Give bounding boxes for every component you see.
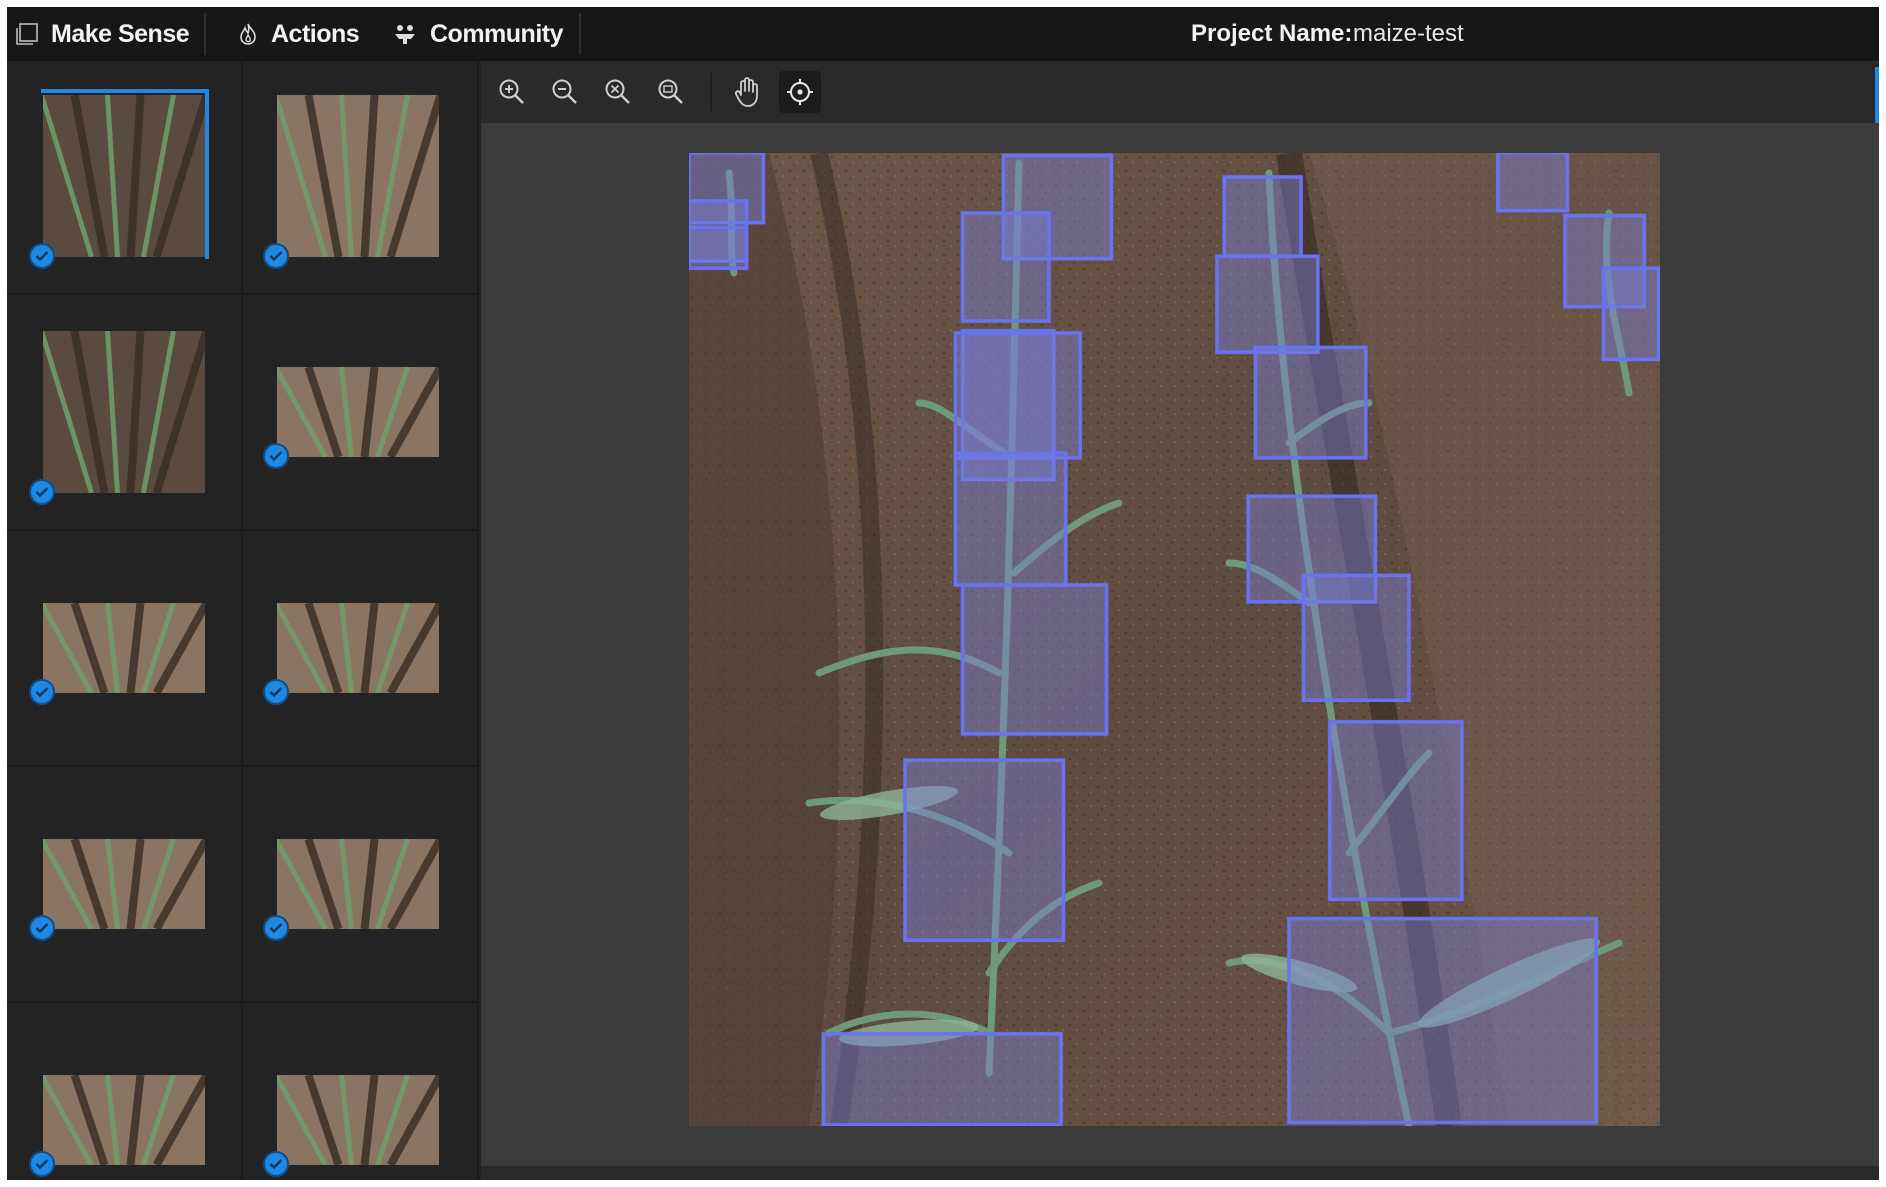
annotated-check-icon [263,679,289,705]
top-navigation-bar: Make Sense Actions Community Project Nam… [7,7,1879,61]
thumbnail-picture [43,331,205,493]
annotation-image[interactable] [689,153,1660,1126]
annotated-check-icon [263,915,289,941]
editor-toolbar [481,61,1879,123]
image-thumbnail[interactable] [7,769,243,1003]
annotation-canvas-area[interactable] [481,123,1879,1160]
project-name-label: Project Name: [1191,20,1353,47]
bounding-box[interactable] [960,583,1109,736]
crosshair-icon [787,79,813,105]
image-thumbnail[interactable] [243,769,479,1003]
app-name: Make Sense [51,19,190,48]
annotated-check-icon [263,243,289,269]
vertical-scrollbar-thumb[interactable] [1875,67,1879,123]
menu-label: Actions [271,19,360,48]
image-list-sidebar [7,61,481,1180]
thumbnail-image [277,367,439,457]
zoom-out-icon [552,79,577,104]
thumbnail-image [277,839,439,929]
annotated-check-icon [29,1151,55,1177]
pan-button[interactable] [726,71,768,113]
image-thumbnail[interactable] [7,61,243,295]
annotated-check-icon [29,915,55,941]
toolbar-divider [710,73,712,111]
image-thumbnail[interactable] [243,1005,479,1180]
menu-actions[interactable]: Actions [237,7,360,61]
thumbnail-image [277,95,439,257]
divider [579,13,581,55]
image-thumbnail[interactable] [243,533,479,767]
thumbnail-picture [43,1075,205,1165]
thumbnail-picture [277,839,439,929]
bounding-box[interactable] [1328,720,1464,902]
bounding-box[interactable] [1601,266,1660,362]
annotated-check-icon [263,443,289,469]
selected-indicator [41,89,209,259]
editor-panel [481,61,1879,1180]
image-thumbnail[interactable] [7,533,243,767]
crosshair-button[interactable] [779,71,821,113]
annotated-check-icon [29,243,55,269]
thumbnail-picture [277,367,439,457]
bounding-box[interactable] [960,211,1051,323]
divider [204,13,206,55]
image-thumbnail[interactable] [243,297,479,531]
bounding-box[interactable] [1215,254,1320,355]
frame-icon [16,23,38,45]
bounding-box[interactable] [953,451,1068,587]
thumbnail-picture [43,603,205,693]
bounding-box[interactable] [903,758,1066,943]
bounding-box[interactable] [953,331,1083,460]
zoom-fit-icon [605,79,630,104]
bounding-box[interactable] [1222,175,1303,259]
bounding-box[interactable] [821,1032,1063,1126]
zoom-out-button[interactable] [544,71,586,113]
thumbnail-picture [277,95,439,257]
app-window: Make Sense Actions Community Project Nam… [7,7,1879,1180]
zoom-in-button[interactable] [491,71,533,113]
bounding-box[interactable] [1496,153,1570,213]
community-icon [395,25,415,44]
image-thumbnail[interactable] [243,61,479,295]
image-thumbnail[interactable] [7,297,243,531]
zoom-max-icon [658,79,683,104]
hand-icon [735,77,758,107]
thumbnail-image [277,1075,439,1165]
thumbnail-picture [43,839,205,929]
thumbnail-image [43,1075,205,1165]
image-thumbnail[interactable] [7,1005,243,1180]
thumbnail-image [43,839,205,929]
thumbnail-picture [277,603,439,693]
thumbnail-image [43,331,205,493]
flame-icon [240,23,256,45]
zoom-in-icon [499,79,524,104]
app-logo[interactable]: Make Sense [15,7,190,61]
annotated-check-icon [29,479,55,505]
menu-community[interactable]: Community [392,7,564,61]
menu-label: Community [430,19,564,48]
horizontal-scrollbar[interactable] [481,1166,1879,1180]
zoom-max-button[interactable] [650,71,692,113]
bounding-box[interactable] [689,225,749,271]
annotated-check-icon [263,1151,289,1177]
bounding-box[interactable] [1253,345,1368,460]
thumbnail-image [43,603,205,693]
thumbnail-picture [277,1075,439,1165]
bounding-box[interactable] [1301,573,1411,703]
project-name-value[interactable]: maize-test [1353,7,1464,61]
zoom-fit-button[interactable] [597,71,639,113]
annotated-check-icon [29,679,55,705]
bounding-box[interactable] [1287,916,1599,1125]
thumbnail-image [277,603,439,693]
